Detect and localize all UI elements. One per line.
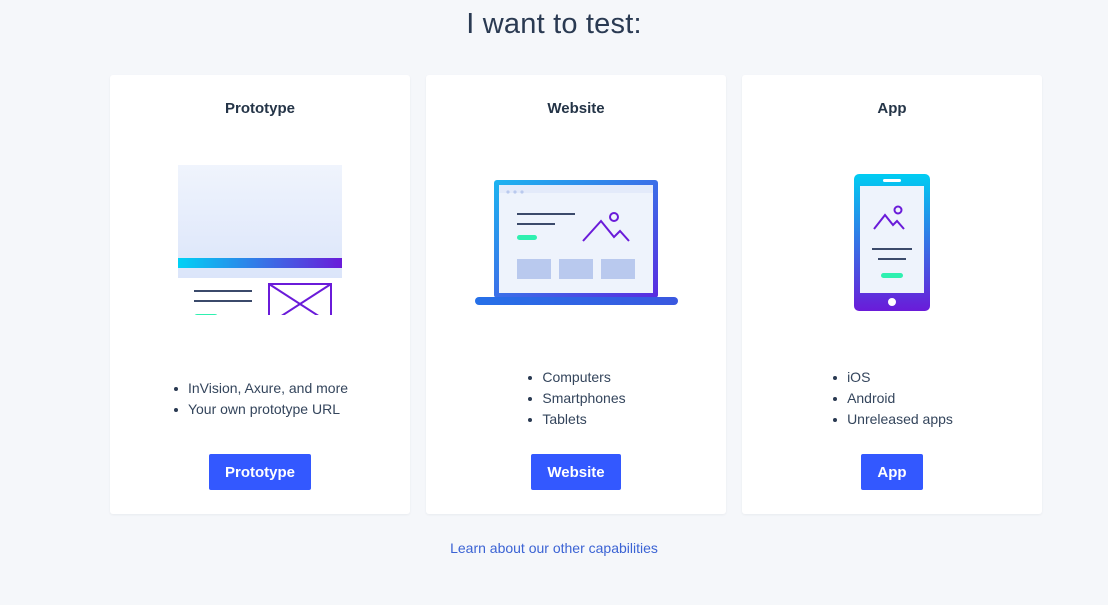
card-list: Prototype InVision, Axure, and more Your… [110,75,1042,514]
list-item: Smartphones [526,388,626,409]
list-item: Computers [526,367,625,388]
list-item: Your own prototype URL [172,399,348,420]
prototype-button[interactable]: Prototype [208,454,311,490]
list-item: Android [831,388,953,409]
laptop-icon [426,165,726,315]
prototype-wireframe-icon [110,165,410,315]
card-website: Website Computers Smartphones Tablets We… [426,75,726,514]
list-item: Tablets [526,409,625,430]
card-app: App iOS Android Unreleased apps App [742,75,1042,514]
card-title: Website [547,100,605,117]
capabilities-link-row: Learn about our other capabilities [0,540,1108,556]
test-type-picker: I want to test: Prototype InVision, Axur… [0,0,1108,605]
list-item: Unreleased apps [831,409,953,430]
app-button[interactable]: App [861,454,923,490]
page-title: I want to test: [466,8,642,40]
card-prototype: Prototype InVision, Axure, and more Your… [110,75,410,514]
website-button[interactable]: Website [531,454,621,490]
learn-capabilities-link[interactable]: Learn about our other capabilities [450,540,658,556]
list-item: iOS [831,367,953,388]
smartphone-icon [742,165,1042,315]
feature-list: Computers Smartphones Tablets [426,367,726,430]
feature-list: InVision, Axure, and more Your own proto… [110,378,410,420]
card-title: App [877,100,907,117]
list-item: InVision, Axure, and more [172,378,348,399]
feature-list: iOS Android Unreleased apps [742,367,1042,430]
card-title: Prototype [224,100,295,117]
